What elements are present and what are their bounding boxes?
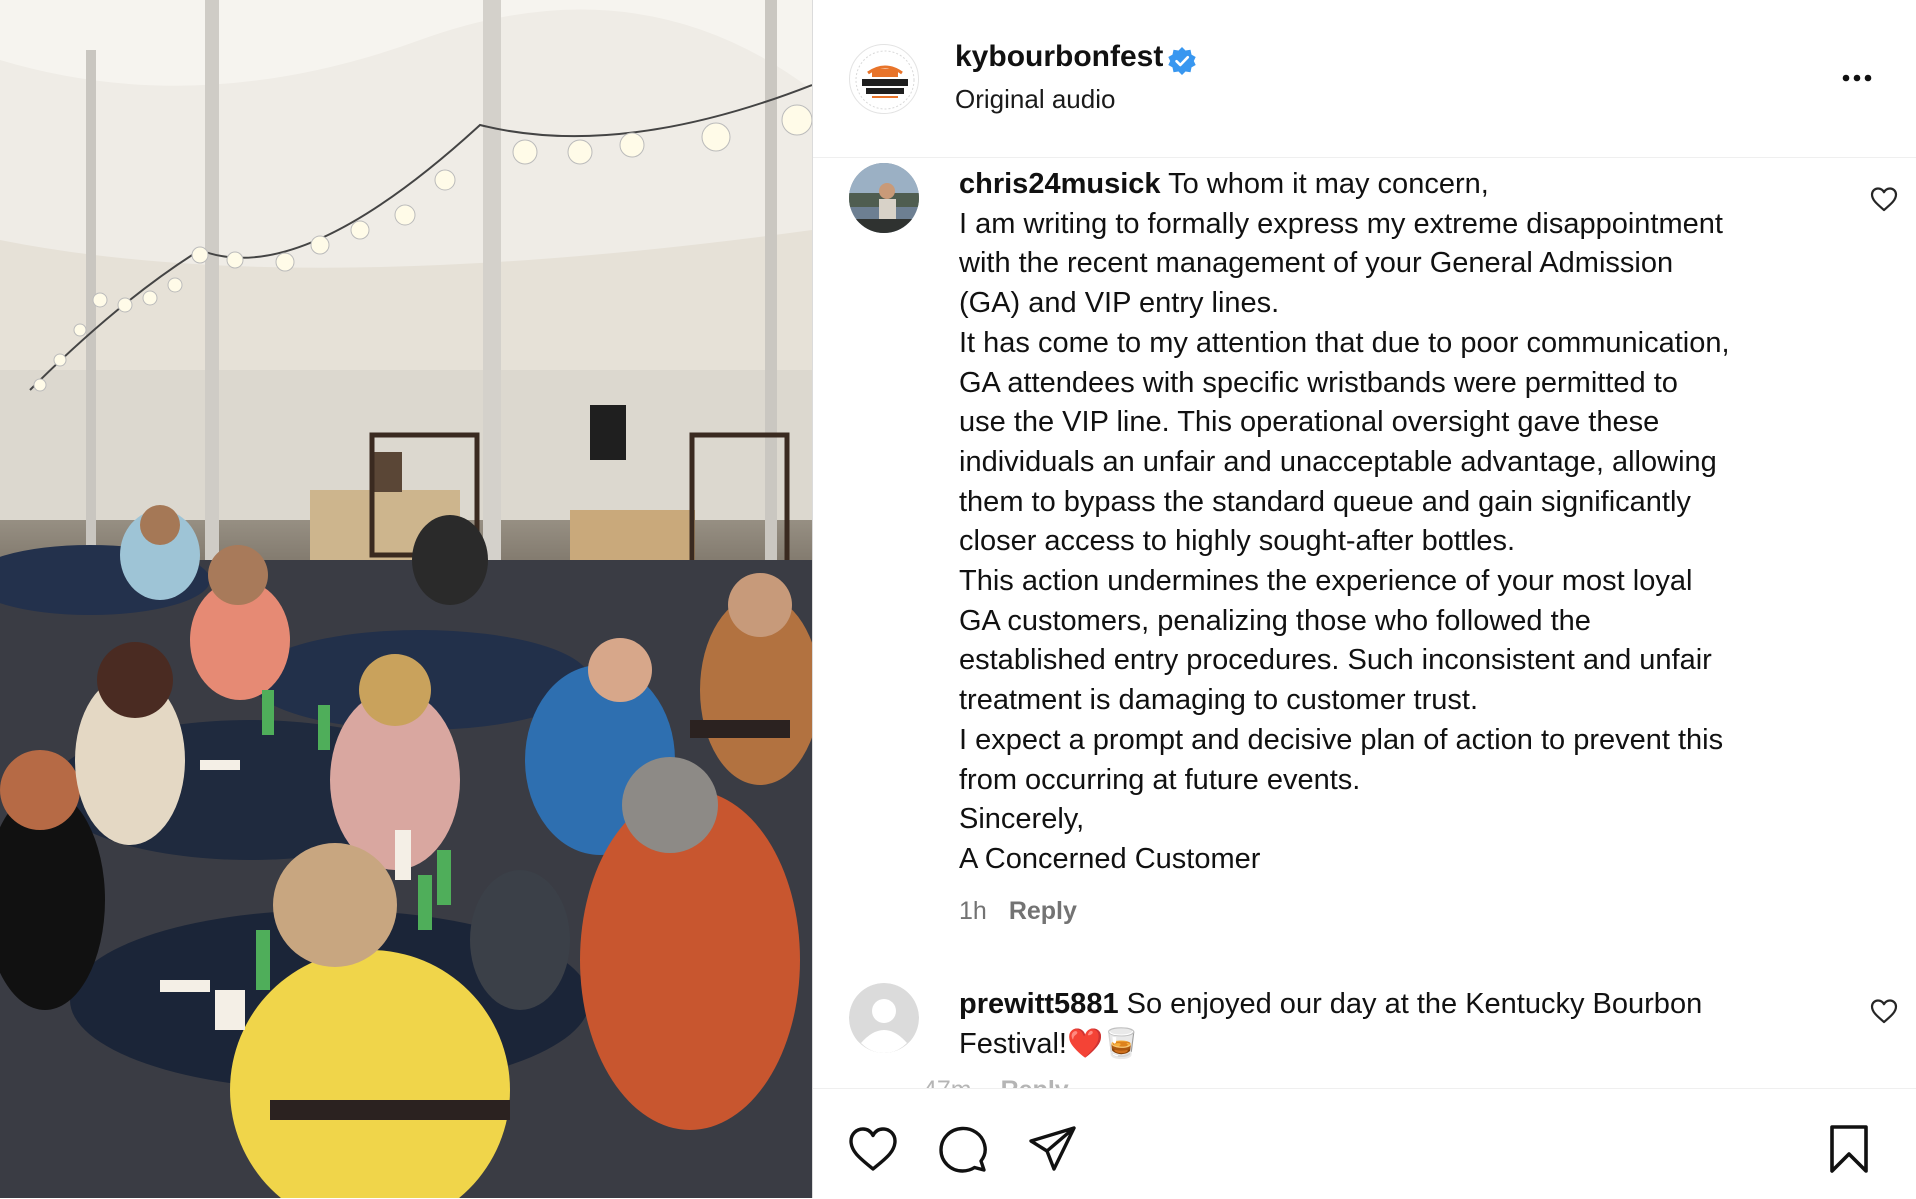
comments-list: chris24musick To whom it may concern, I …: [813, 158, 1916, 1088]
comment-timestamp: 1h: [959, 897, 987, 925]
comment-line: Festival!❤️🥃: [959, 1027, 1140, 1060]
comment-line: It has come to my attention that due to …: [959, 326, 1730, 359]
comment-text: prewitt5881 So enjoyed our day at the Ke…: [959, 985, 1819, 1064]
heart-icon[interactable]: [847, 1123, 899, 1175]
comment-line: GA attendees with specific wristbands we…: [959, 366, 1678, 399]
comment-line: individuals an unfair and unacceptable a…: [959, 445, 1717, 478]
comment-line: Sincerely,: [959, 803, 1085, 836]
comment-line: use the VIP line. This operational overs…: [959, 406, 1660, 439]
comment-line: To whom it may concern,: [1168, 168, 1489, 200]
default-avatar-icon: [849, 983, 919, 1053]
verified-badge-icon: [1168, 47, 1196, 75]
comment-line: I expect a prompt and decisive plan of a…: [959, 723, 1724, 756]
comment-username[interactable]: prewitt5881: [959, 988, 1119, 1020]
comment-line: them to bypass the standard queue and ga…: [959, 485, 1691, 518]
post-header: kybourbonfest Original audio: [813, 0, 1916, 158]
comment-line: I am writing to formally express my extr…: [959, 207, 1723, 240]
comment-timestamp: 47m: [923, 1076, 972, 1088]
post-side-panel: kybourbonfest Original audio chris24musi…: [813, 0, 1916, 1199]
commenter-avatar[interactable]: [849, 983, 919, 1053]
comment-meta: 1h Reply: [959, 897, 1077, 926]
account-avatar[interactable]: [849, 44, 919, 114]
comment-line: treatment is damaging to customer trust.: [959, 684, 1478, 717]
comment-line: A Concerned Customer: [959, 842, 1261, 875]
comment-line: with the recent management of your Gener…: [959, 247, 1674, 280]
like-comment-icon[interactable]: [1869, 185, 1899, 213]
comment-line: from occurring at future events.: [959, 763, 1361, 796]
comment-line: (GA) and VIP entry lines.: [959, 287, 1280, 320]
comment-text: chris24musick To whom it may concern, I …: [959, 165, 1819, 880]
comment-item: chris24musick To whom it may concern, I …: [849, 163, 1899, 926]
bookmark-icon[interactable]: [1823, 1123, 1875, 1175]
tent-event-photo: [0, 0, 812, 1198]
comment-line: This action undermines the experience of…: [959, 565, 1693, 598]
post-media-image[interactable]: [0, 0, 812, 1198]
post-actions-bar: [813, 1088, 1916, 1199]
comment-line: GA customers, penalizing those who follo…: [959, 604, 1591, 637]
comment-line: closer access to highly sought-after bot…: [959, 525, 1516, 558]
comment-username[interactable]: chris24musick: [959, 168, 1161, 200]
share-icon[interactable]: [1027, 1123, 1079, 1175]
comment-item: prewitt5881 So enjoyed our day at the Ke…: [849, 983, 1899, 1088]
comment-icon[interactable]: [937, 1123, 989, 1175]
comment-meta-partial: 47m Reply: [923, 1076, 1069, 1088]
profile-photo: [849, 163, 919, 233]
reply-button[interactable]: Reply: [1001, 1076, 1069, 1088]
comment-line: So enjoyed our day at the Kentucky Bourb…: [1126, 988, 1703, 1020]
comment-line: established entry procedures. Such incon…: [959, 644, 1712, 677]
commenter-avatar[interactable]: [849, 163, 919, 233]
account-username[interactable]: kybourbonfest: [955, 40, 1163, 74]
reply-button[interactable]: Reply: [1009, 897, 1077, 925]
original-audio-link[interactable]: Original audio: [955, 84, 1115, 115]
bourbon-festival-logo: [852, 47, 918, 113]
more-options-icon[interactable]: [1827, 66, 1881, 90]
like-comment-icon[interactable]: [1869, 997, 1899, 1025]
